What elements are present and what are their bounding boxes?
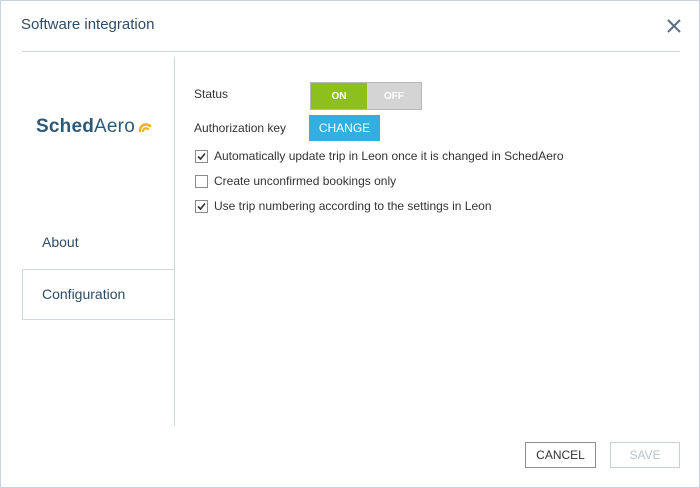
option-label: Automatically update trip in Leon once i…	[214, 149, 564, 163]
cancel-button[interactable]: CANCEL	[525, 442, 596, 468]
sidebar-divider	[174, 57, 175, 426]
dialog-title: Software integration	[21, 16, 155, 33]
arc-logo-mark-icon	[138, 120, 152, 138]
status-toggle[interactable]: ON OFF	[310, 82, 422, 110]
option-label: Create unconfirmed bookings only	[214, 174, 397, 188]
option-auto-update[interactable]: Automatically update trip in Leon once i…	[195, 149, 564, 163]
save-button[interactable]: SAVE	[610, 442, 680, 468]
checkbox-unchecked[interactable]	[195, 174, 208, 188]
close-icon[interactable]	[665, 17, 683, 35]
header-divider	[22, 51, 680, 52]
software-integration-dialog: Software integration SchedAero About Con…	[0, 0, 700, 488]
sidebar-item-label: About	[42, 234, 79, 250]
checkmark-icon	[197, 202, 206, 210]
status-label: Status	[194, 87, 229, 101]
logo-text: SchedAero	[36, 116, 135, 138]
option-trip-numbering[interactable]: Use trip numbering according to the sett…	[195, 199, 492, 213]
status-on-option[interactable]: ON	[311, 83, 367, 109]
checkbox-checked[interactable]	[195, 199, 208, 213]
change-button[interactable]: CHANGE	[309, 115, 380, 141]
checkmark-icon	[197, 152, 206, 160]
option-unconfirmed-bookings[interactable]: Create unconfirmed bookings only	[195, 174, 396, 188]
schedaero-logo: SchedAero	[36, 116, 152, 138]
authorization-key-label: Authorization key	[194, 121, 287, 135]
logo-text-light: Aero	[94, 116, 135, 137]
checkbox-checked[interactable]	[195, 149, 208, 163]
status-off-option[interactable]: OFF	[367, 83, 421, 109]
sidebar-item-about[interactable]: About	[22, 217, 174, 267]
option-label: Use trip numbering according to the sett…	[214, 199, 492, 213]
logo-text-bold: Sched	[36, 116, 95, 137]
sidebar-item-configuration[interactable]: Configuration	[22, 269, 175, 320]
sidebar-item-label: Configuration	[42, 286, 126, 302]
